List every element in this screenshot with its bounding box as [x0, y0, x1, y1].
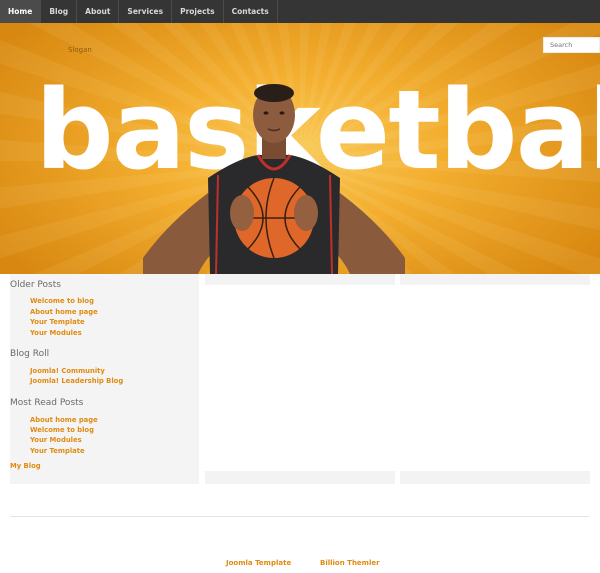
most-read-link[interactable]: About home page [30, 416, 98, 424]
nav-item-home[interactable]: Home [0, 0, 42, 23]
blog-roll-title: Blog Roll [10, 349, 50, 359]
most-read-title: Most Read Posts [10, 398, 84, 408]
sidebar: Older Posts Welcome to blog About home p… [10, 274, 199, 484]
most-read-link[interactable]: Welcome to blog [30, 426, 94, 434]
footer-divider [10, 516, 589, 517]
older-posts-link[interactable]: Welcome to blog [30, 297, 94, 305]
older-posts-link[interactable]: Your Modules [30, 329, 82, 337]
most-read-link[interactable]: Your Template [30, 447, 85, 455]
search-input[interactable] [543, 37, 600, 53]
nav-item-contacts[interactable]: Contacts [224, 0, 278, 23]
older-posts-link[interactable]: Your Template [30, 318, 85, 326]
hero-header: Slogan basketball [0, 23, 600, 274]
older-posts-title: Older Posts [10, 280, 61, 290]
footer-link-joomla-template[interactable]: Joomla Template [226, 559, 291, 567]
most-read-link[interactable]: Your Modules [30, 436, 82, 444]
my-blog-link[interactable]: My Blog [10, 462, 41, 470]
basketball-player-image [143, 84, 405, 274]
nav-item-about[interactable]: About [77, 0, 120, 23]
content-card-top-left [205, 274, 395, 285]
top-nav: Home Blog About Services Projects Contac… [0, 0, 600, 23]
blog-roll-link[interactable]: Joomla! Leadership Blog [30, 377, 123, 385]
content-card-bottom-right [400, 471, 590, 484]
older-posts-link[interactable]: About home page [30, 308, 98, 316]
slogan: Slogan [68, 46, 92, 54]
nav-item-blog[interactable]: Blog [41, 0, 78, 23]
blog-roll-link[interactable]: Joomla! Community [30, 367, 105, 375]
footer-link-billion-themler[interactable]: Billion Themler [320, 559, 380, 567]
nav-item-projects[interactable]: Projects [172, 0, 224, 23]
content-card-top-right [400, 274, 590, 285]
content-card-bottom-left [205, 471, 395, 484]
nav-item-services[interactable]: Services [119, 0, 173, 23]
